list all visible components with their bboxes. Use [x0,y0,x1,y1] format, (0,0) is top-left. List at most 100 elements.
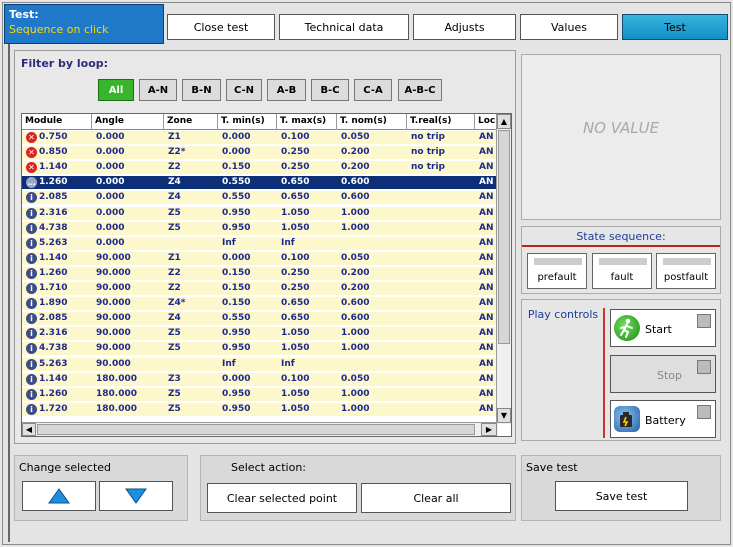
column-header-zone[interactable]: Zone [164,114,218,130]
cell-loc: AN [479,222,494,233]
select-action-label: Select action: [231,461,306,474]
table-row[interactable]: i 1.710 90.000 Z2 0.150 0.250 0.200 AN [22,282,497,295]
cell-loc: AN [479,162,494,173]
cell-loc: AN [479,298,494,309]
table-row[interactable]: i 2.316 90.000 Z5 0.950 1.050 1.000 AN [22,327,497,341]
tab-test[interactable]: Test [622,14,728,40]
cell-tnom: 0.050 [341,373,370,384]
tab-values[interactable]: Values [520,14,618,40]
table-row[interactable]: i 2.085 90.000 Z4 0.550 0.650 0.600 AN [22,312,497,326]
clear-all-button[interactable]: Clear all [361,483,511,513]
start-button[interactable]: Start [610,309,716,347]
cell-tmin: 0.000 [222,252,251,263]
cell-tmax: 0.650 [281,177,310,188]
table-row[interactable]: i 2.316 0.000 Z5 0.950 1.050 1.000 AN [22,206,497,220]
start-indicator [697,314,711,328]
cell-tmax: 0.250 [281,147,310,158]
battery-button[interactable]: Battery [610,400,716,438]
cell-angle: 180.000 [96,403,137,414]
filter-c-a-button[interactable]: C-A [354,79,392,101]
cell-treal: no trip [411,162,445,173]
column-header-module[interactable]: Module [22,114,92,130]
vertical-scrollbar[interactable]: ▲ ▼ [496,114,511,424]
cell-tmin: Inf [222,358,236,369]
table-row[interactable]: i 5.263 0.000 Inf Inf AN [22,236,497,250]
cell-loc: AN [479,328,494,339]
scroll-thumb[interactable] [498,130,510,344]
column-header-tnom[interactable]: T. nom(s) [337,114,407,130]
table-row[interactable]: i 1.890 90.000 Z4* 0.150 0.650 0.600 AN [22,297,497,311]
cell-zone: Z2 [168,283,181,293]
table-row[interactable]: i 1.720 180.000 Z5 0.950 1.050 1.000 AN [22,402,497,416]
cell-tnom: 1.000 [341,388,370,399]
column-header-treal[interactable]: T.real(s) [407,114,475,130]
stop-button[interactable]: Stop [610,355,716,393]
state-prefault-button[interactable]: prefault [527,253,587,289]
scroll-right-button[interactable]: ▶ [481,423,497,436]
column-header-angle[interactable]: Angle [92,114,164,130]
h-scroll-thumb[interactable] [37,424,475,435]
table-row[interactable]: ✕ 0.750 0.000 Z1 0.000 0.100 0.050 no trip AN [22,131,497,144]
cell-loc: AN [479,388,494,399]
cell-tmax: 0.650 [281,313,310,324]
state-postfault-button[interactable]: postfault [656,253,716,289]
table-row[interactable]: i 2.085 0.000 Z4 0.550 0.650 0.600 AN [22,191,497,205]
cell-tnom: 0.600 [341,177,370,188]
save-test-label: Save test [526,461,578,474]
table-row[interactable]: i 4.738 0.000 Z5 0.950 1.050 1.000 AN [22,221,497,235]
cell-zone: Z2 [168,267,181,278]
column-header-tmax[interactable]: T. max(s) [277,114,337,130]
cell-tnom: 0.050 [341,252,370,263]
table-row[interactable]: … 1.260 0.000 Z4 0.550 0.650 0.600 AN [22,176,497,190]
cell-angle: 0.000 [96,237,125,248]
scroll-down-button[interactable]: ▼ [497,408,511,423]
table-row[interactable]: i 1.140 180.000 Z3 0.000 0.100 0.050 AN [22,372,497,386]
cell-tmax: 0.250 [281,283,310,293]
tab-close-test[interactable]: Close test [167,14,275,40]
horizontal-scrollbar[interactable]: ◀ ▶ [22,422,498,436]
filter-a-b-button[interactable]: A-B [267,79,306,101]
cell-treal: no trip [411,132,445,142]
tab-adjusts[interactable]: Adjusts [413,14,516,40]
table-row[interactable]: i 4.738 90.000 Z5 0.950 1.050 1.000 AN [22,342,497,356]
filter-c-n-button[interactable]: C-N [226,79,262,101]
state-fault-button[interactable]: fault [592,253,652,289]
cell-treal: no trip [411,147,445,158]
prefault-label: prefault [537,272,577,283]
cell-tmin: 0.950 [222,343,251,354]
clear-selected-point-button[interactable]: Clear selected point [207,483,357,513]
cell-tmax: 1.050 [281,207,310,218]
info-icon: i [26,403,37,415]
column-header-loc[interactable]: Loc [475,114,497,130]
info-icon: i [26,358,37,370]
filter-all-button[interactable]: All [98,79,134,101]
battery-indicator [697,405,711,419]
info-icon: i [26,252,37,264]
cell-tnom: 1.000 [341,222,370,233]
filter-a-n-button[interactable]: A-N [139,79,177,101]
filter-b-c-button[interactable]: B-C [311,79,349,101]
filter-a-b-c-button[interactable]: A-B-C [398,79,442,101]
table-header: Module Angle Zone T. min(s) T. max(s) T. nom(… [22,114,511,130]
table-row[interactable]: i 1.140 90.000 Z1 0.000 0.100 0.050 AN [22,251,497,265]
tab-technical-data[interactable]: Technical data [279,14,409,40]
table-row[interactable]: i 1.260 180.000 Z5 0.950 1.050 1.000 AN [22,387,497,401]
scroll-up-button[interactable]: ▲ [497,114,511,129]
move-down-button[interactable] [99,481,173,511]
filter-b-n-button[interactable]: B-N [182,79,221,101]
table-row[interactable]: ✕ 0.850 0.000 Z2* 0.000 0.250 0.200 no trip AN [22,146,497,160]
scroll-left-button[interactable]: ◀ [22,423,36,436]
error-icon: ✕ [26,147,37,159]
table-row[interactable]: i 5.263 90.000 Inf Inf AN [22,357,497,371]
cell-tmin: 0.950 [222,222,251,233]
move-up-button[interactable] [22,481,96,511]
column-header-tmin[interactable]: T. min(s) [218,114,277,130]
cell-module: 5.263 [39,358,68,369]
cell-module: 1.260 [39,388,68,399]
table-row[interactable]: ✕ 1.140 0.000 Z2 0.150 0.250 0.200 no trip AN [22,161,497,175]
cell-tmin: 0.550 [222,313,251,324]
table-row[interactable]: i 1.260 90.000 Z2 0.150 0.250 0.200 AN [22,266,497,280]
cell-zone: Z5 [168,328,181,339]
cell-angle: 0.000 [96,147,125,158]
save-test-button[interactable]: Save test [555,481,688,511]
